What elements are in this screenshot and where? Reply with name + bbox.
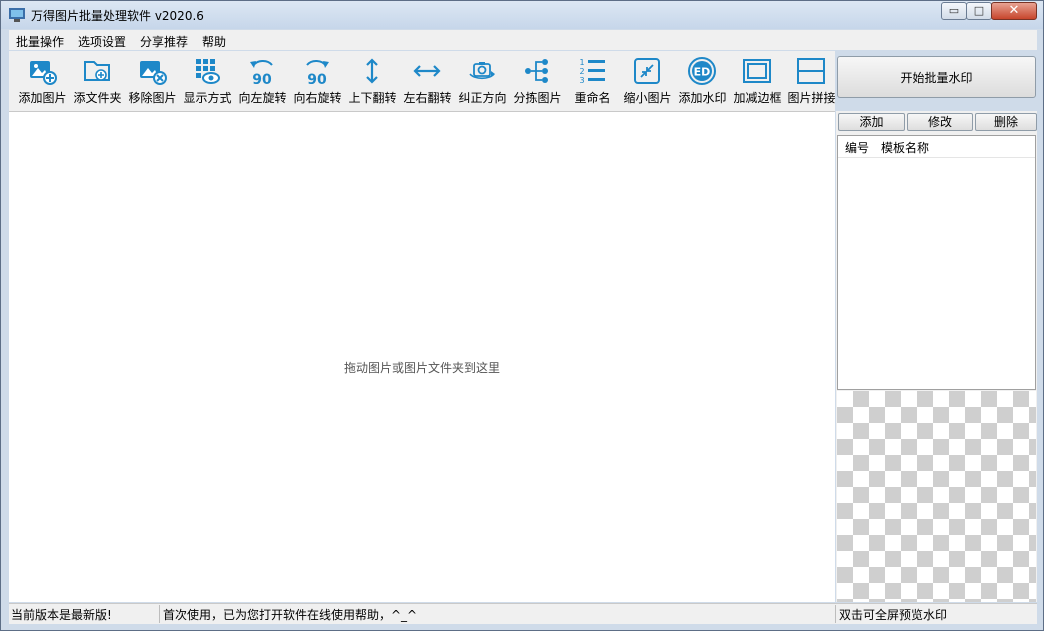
image-drop-area[interactable]: 拖动图片或图片文件夹到这里 <box>9 112 835 602</box>
maximize-button[interactable]: □ <box>966 2 992 20</box>
app-icon <box>9 8 25 22</box>
column-number[interactable]: 编号 <box>845 139 869 156</box>
tool-rotate-left[interactable]: 90 向左旋转 <box>235 51 290 109</box>
rotate-left-90-text: 90 <box>252 72 272 86</box>
maximize-icon: □ <box>973 4 985 17</box>
menu-share[interactable]: 分享推荐 <box>140 33 188 50</box>
menu-help[interactable]: 帮助 <box>202 33 226 50</box>
rotate-right-90-text: 90 <box>307 72 327 86</box>
tool-rotate-right[interactable]: 90 向右旋转 <box>290 51 345 109</box>
tool-flip-horizontal[interactable]: 左右翻转 <box>400 51 455 109</box>
tool-label: 添加水印 <box>678 91 727 105</box>
tool-correct-orientation[interactable]: 纠正方向 <box>455 51 510 109</box>
close-button[interactable]: ✕ <box>991 2 1037 20</box>
rotate-right-icon: 90 <box>306 60 329 86</box>
svg-text:3: 3 <box>579 76 584 85</box>
tool-sort-images[interactable]: 分拣图片 <box>510 51 565 109</box>
status-divider <box>835 605 836 623</box>
window-controls: ▭ □ ✕ <box>941 2 1037 21</box>
template-edit-button[interactable]: 修改 <box>907 113 973 131</box>
add-image-icon <box>30 61 57 85</box>
template-list[interactable]: 编号 模板名称 <box>837 135 1036 390</box>
tool-label: 上下翻转 <box>348 91 397 105</box>
border-icon <box>743 59 771 83</box>
tool-label: 重命名 <box>574 91 611 105</box>
tool-label: 缩小图片 <box>623 91 672 105</box>
flip-vertical-icon <box>366 58 378 84</box>
tool-flip-vertical[interactable]: 上下翻转 <box>345 51 400 109</box>
correct-orientation-icon <box>469 62 495 80</box>
display-mode-icon <box>196 59 220 84</box>
drop-hint: 拖动图片或图片文件夹到这里 <box>343 361 500 375</box>
add-folder-icon <box>84 61 110 81</box>
sort-images-icon <box>525 59 548 83</box>
status-message: 首次使用，已为您打开软件在线使用帮助，^_^ <box>163 608 418 622</box>
svg-text:2: 2 <box>579 67 584 76</box>
tool-label: 向右旋转 <box>293 91 342 105</box>
remove-image-icon <box>140 61 167 85</box>
svg-text:1: 1 <box>579 58 584 67</box>
tool-remove-image[interactable]: 移除图片 <box>125 51 180 109</box>
tool-label: 添加图片 <box>18 91 67 105</box>
window-title: 万得图片批量处理软件 v2020.6 <box>31 9 204 23</box>
tool-label: 图片拼接 <box>787 91 836 105</box>
status-bar: 当前版本是最新版! 首次使用，已为您打开软件在线使用帮助，^_^ 双击可全屏预览… <box>9 603 1037 624</box>
tool-shrink-image[interactable]: 缩小图片 <box>620 51 675 109</box>
app-window: 万得图片批量处理软件 v2020.6 ▭ □ ✕ 批量操作 选项设置 分享推荐 … <box>0 0 1044 631</box>
minimize-icon: ▭ <box>948 4 960 17</box>
tool-label: 添文件夹 <box>73 91 122 105</box>
column-template-name[interactable]: 模板名称 <box>881 139 929 156</box>
template-panel: 添加 修改 删除 编号 模板名称 <box>836 111 1037 602</box>
template-add-button[interactable]: 添加 <box>838 113 905 131</box>
watermark-preview[interactable] <box>837 391 1036 602</box>
menu-options[interactable]: 选项设置 <box>78 33 126 50</box>
tool-label: 向左旋转 <box>238 91 287 105</box>
toolbar: 添加图片 添文件夹 移除图片 显示方式 90 向左旋转 90 向右旋转 上下翻转… <box>9 51 836 112</box>
stitch-images-icon <box>797 58 825 84</box>
tool-label: 纠正方向 <box>458 91 507 105</box>
tool-add-image[interactable]: 添加图片 <box>15 51 70 109</box>
status-divider <box>159 605 160 623</box>
template-delete-button[interactable]: 删除 <box>975 113 1037 131</box>
tool-add-watermark[interactable]: ED 添加水印 <box>675 51 730 109</box>
tool-rename[interactable]: 1 2 3 重命名 <box>565 51 620 109</box>
tool-label: 显示方式 <box>183 91 232 105</box>
minimize-button[interactable]: ▭ <box>941 2 967 20</box>
add-watermark-icon: ED <box>688 57 716 85</box>
watermark-seal-text: ED <box>694 66 711 79</box>
rename-icon: 1 2 3 <box>579 58 605 85</box>
shrink-image-icon <box>634 58 660 84</box>
flip-horizontal-icon <box>413 65 441 77</box>
close-icon: ✕ <box>1008 3 1020 18</box>
status-preview-hint: 双击可全屏预览水印 <box>839 608 948 622</box>
menu-bar: 批量操作 选项设置 分享推荐 帮助 <box>9 30 1037 50</box>
tool-display-mode[interactable]: 显示方式 <box>180 51 235 109</box>
tool-label: 移除图片 <box>128 91 177 105</box>
tool-stitch-images[interactable]: 图片拼接 <box>784 51 839 109</box>
tool-label: 左右翻转 <box>403 91 452 105</box>
tool-border[interactable]: 加减边框 <box>730 51 785 109</box>
start-batch-watermark-button[interactable]: 开始批量水印 <box>837 56 1036 98</box>
tool-label: 分拣图片 <box>513 91 562 105</box>
status-version: 当前版本是最新版! <box>11 608 112 622</box>
title-bar[interactable]: 万得图片批量处理软件 v2020.6 ▭ □ ✕ <box>1 1 1043 29</box>
tool-add-folder[interactable]: 添文件夹 <box>70 51 125 109</box>
template-list-header: 编号 模板名称 <box>838 136 1035 158</box>
rotate-left-icon: 90 <box>250 60 273 86</box>
menu-batch-ops[interactable]: 批量操作 <box>16 33 64 50</box>
